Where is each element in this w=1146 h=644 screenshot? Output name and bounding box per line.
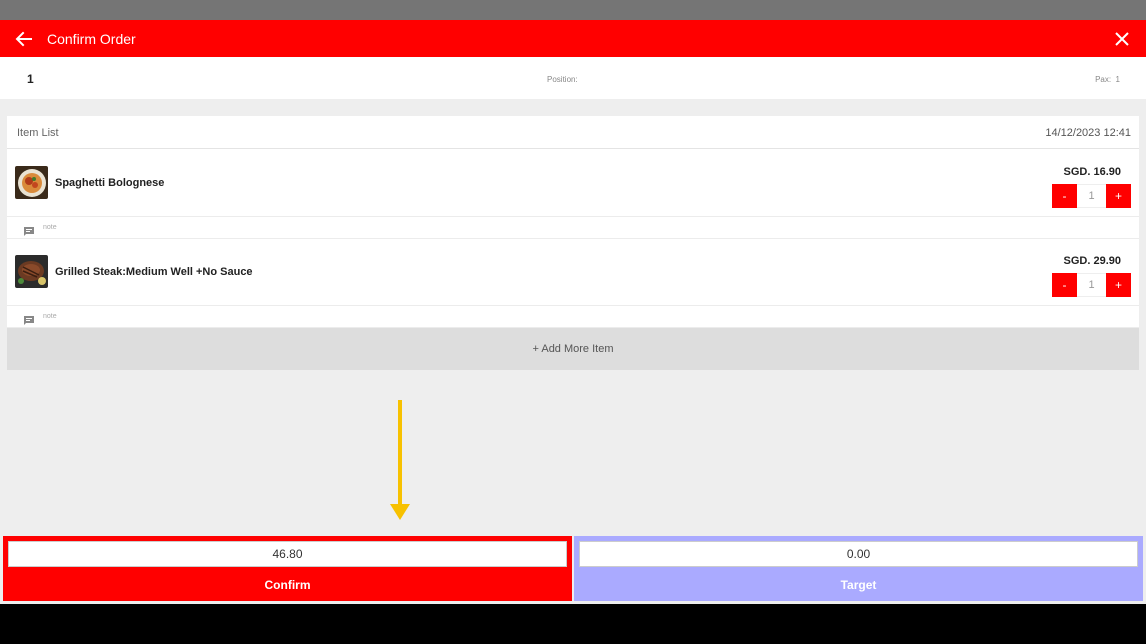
pasta-thumbnail-icon [15,166,48,199]
note-row: note [7,306,1139,328]
pax-label: Pax: [1095,75,1112,84]
confirm-button[interactable]: Confirm [3,569,572,601]
position-label: Position: [547,75,578,84]
item-name: Grilled Steak:Medium Well +No Sauce [55,266,253,278]
add-more-item-button[interactable]: + Add More Item [7,328,1139,370]
comment-icon [24,312,34,325]
order-item-row: Spaghetti Bolognese SGD. 16.90 - 1 + [7,150,1139,217]
status-bar [0,0,1146,20]
order-item-row: Grilled Steak:Medium Well +No Sauce SGD.… [7,239,1139,306]
main-content: 1 Position: Pax: 1 Item List 14/12/2023 … [0,57,1146,604]
app-bar: Confirm Order [0,20,1146,57]
item-price: SGD. 29.90 [1063,255,1121,267]
item-price: SGD. 16.90 [1063,166,1121,178]
order-footer: 46.80 Confirm 0.00 Target [3,536,1143,601]
confirm-total-field[interactable]: 46.80 [8,541,567,567]
increase-qty-button[interactable]: + [1106,273,1131,297]
note-row: note [7,217,1139,239]
item-name: Spaghetti Bolognese [55,177,165,189]
note-link[interactable]: note [43,313,57,320]
down-arrow-annotation-icon [389,400,411,520]
quantity-value[interactable]: 1 [1077,273,1106,297]
back-arrow-icon[interactable] [14,29,34,49]
pax-value: 1 [1115,75,1120,84]
item-list-header: Item List 14/12/2023 12:41 [7,116,1139,149]
page-title: Confirm Order [47,31,136,47]
order-info-bar: 1 Position: Pax: 1 [0,57,1146,99]
order-datetime: 14/12/2023 12:41 [1045,127,1131,139]
decrease-qty-button[interactable]: - [1052,273,1077,297]
target-total-field[interactable]: 0.00 [579,541,1138,567]
close-icon[interactable] [1112,29,1132,49]
target-panel: 0.00 Target [574,536,1143,601]
pax-info: Pax: 1 [1095,75,1120,84]
quantity-value[interactable]: 1 [1077,184,1106,208]
comment-icon [24,223,34,236]
quantity-stepper: - 1 + [1052,273,1131,297]
steak-thumbnail-icon [15,255,48,288]
decrease-qty-button[interactable]: - [1052,184,1077,208]
note-link[interactable]: note [43,224,57,231]
increase-qty-button[interactable]: + [1106,184,1131,208]
system-nav-bar [0,604,1146,644]
table-number: 1 [27,72,34,86]
item-list-card: Item List 14/12/2023 12:41 Spaghetti Bol… [7,116,1139,370]
confirm-panel: 46.80 Confirm [3,536,572,601]
quantity-stepper: - 1 + [1052,184,1131,208]
item-list-label: Item List [17,127,59,139]
target-button[interactable]: Target [574,569,1143,601]
